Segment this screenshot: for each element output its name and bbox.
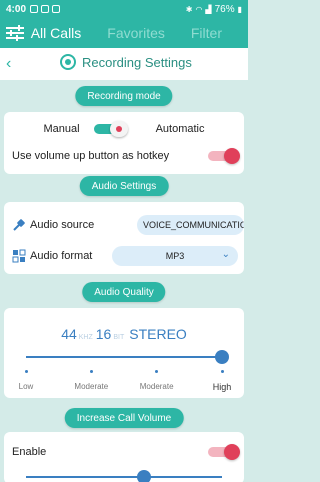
audio-quality-card: 44 KHZ 16 BIT STEREO Low Moderate Moderate… (4, 308, 244, 398)
battery-level: 76% (214, 3, 235, 15)
quality-level-label: High (212, 382, 232, 392)
audio-format-value: MP3 (165, 251, 185, 261)
quality-slider[interactable]: Low Moderate Moderate High (4, 308, 244, 398)
audio-source-select[interactable]: VOICE_COMMUNICATIO (137, 215, 244, 235)
quality-slider-thumb[interactable] (215, 350, 229, 364)
hotkey-switch-knob (224, 148, 240, 164)
mode-toggle-knob (109, 121, 128, 137)
title-group: Recording Settings (60, 54, 192, 70)
grid-icon (12, 249, 26, 263)
section-audio-quality: Audio Quality (82, 282, 166, 302)
quality-level-label: Moderate (139, 382, 174, 391)
audio-format-select[interactable]: MP3 ⌄ (112, 246, 238, 266)
manual-label: Manual (43, 123, 80, 135)
notification-icons (30, 5, 61, 13)
section-increase-volume: Increase Call Volume (64, 408, 184, 428)
page-title: Recording Settings (82, 54, 192, 70)
battery-icon: ▮ (237, 4, 242, 14)
volume-slider-track[interactable] (26, 476, 222, 478)
section-audio-settings: Audio Settings (79, 176, 169, 196)
quality-level-label: Low (18, 382, 34, 391)
section-recording-mode: Recording mode (75, 86, 173, 106)
hotkey-label: Use volume up button as hotkey (12, 150, 170, 162)
audio-settings-card: Audio source VOICE_COMMUNICATIO Audio fo… (4, 202, 244, 274)
status-right: ✱ ◠ ▟ 76% ▮ (186, 4, 242, 15)
automatic-label: Automatic (155, 123, 205, 135)
mode-selector: Manual Automatic (4, 118, 244, 140)
notification-icon (30, 5, 39, 13)
message-icon (52, 5, 61, 13)
menu-icon[interactable] (6, 25, 24, 41)
volume-switch-knob (224, 444, 240, 460)
app-bar: All Calls Favorites Filter (0, 18, 248, 48)
hotkey-switch[interactable] (208, 148, 240, 164)
title-bar: ‹ Recording Settings (0, 48, 248, 80)
quality-tick-dot (220, 370, 224, 373)
back-arrow-icon[interactable]: ‹ (6, 56, 11, 72)
wifi-icon: ◠ (195, 4, 203, 14)
increase-volume-card: Enable (4, 432, 244, 482)
signal-icon: ▟ (205, 4, 212, 14)
status-bar: 4:00 ✱ ◠ ▟ 76% ▮ (0, 0, 248, 18)
quality-tick-dot (24, 370, 28, 373)
quality-tick-dot (155, 370, 159, 373)
tab-filter[interactable]: Filter (191, 25, 222, 41)
plug-icon (13, 219, 25, 231)
quality-slider-track[interactable] (26, 356, 222, 358)
audio-source-label: Audio source (30, 219, 95, 231)
audio-format-label: Audio format (30, 250, 93, 262)
recording-mode-card: Manual Automatic Use volume up button as… (4, 112, 244, 174)
quality-tick-dot (89, 370, 93, 373)
audio-source-value: VOICE_COMMUNICATIO (143, 220, 244, 230)
record-icon (60, 54, 76, 70)
tab-favorites[interactable]: Favorites (107, 25, 165, 41)
image-icon (41, 5, 50, 13)
quality-level-label: Moderate (74, 382, 109, 391)
status-time: 4:00 (6, 3, 27, 15)
bluetooth-icon: ✱ (185, 4, 193, 14)
volume-enable-switch[interactable] (208, 444, 240, 460)
tab-all-calls[interactable]: All Calls (31, 25, 82, 41)
volume-slider-thumb[interactable] (137, 470, 151, 482)
mode-toggle[interactable] (93, 121, 142, 137)
enable-label: Enable (12, 446, 47, 458)
chevron-down-icon: ⌄ (221, 249, 230, 260)
